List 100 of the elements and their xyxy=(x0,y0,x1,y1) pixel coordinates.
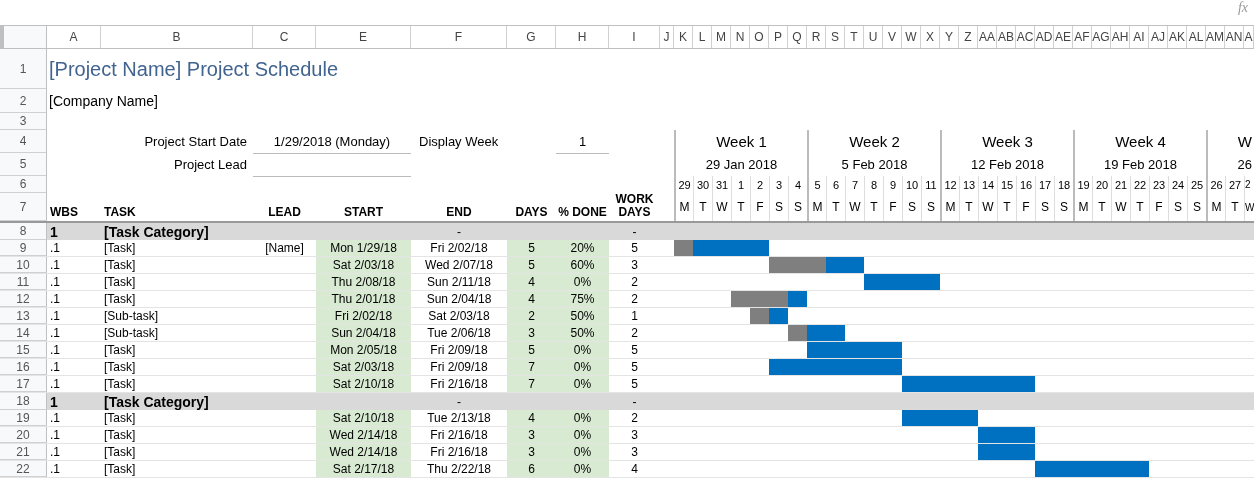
row-number[interactable]: 15 xyxy=(0,342,47,358)
row-number[interactable]: 4 xyxy=(0,130,47,153)
table-cell: Mon 2/05/18 xyxy=(316,342,411,358)
row-number[interactable]: 14 xyxy=(0,325,47,341)
column-header[interactable]: F xyxy=(411,26,507,48)
table-cell-text: Fri 2/16/18 xyxy=(429,427,489,443)
table-cell: 75% xyxy=(556,291,609,307)
table-cell: 5 xyxy=(507,342,556,358)
column-header[interactable]: C xyxy=(253,26,316,48)
column-header[interactable]: AD xyxy=(1035,26,1054,48)
table-cell-text: Fri 2/16/18 xyxy=(429,376,489,392)
column-header[interactable]: R xyxy=(807,26,826,48)
row-number[interactable]: 11 xyxy=(0,274,47,290)
column-header[interactable]: AL xyxy=(1187,26,1206,48)
table-cell-text: [Task] xyxy=(103,427,137,443)
day-number: 31 xyxy=(712,176,731,193)
column-header[interactable]: M xyxy=(712,26,731,48)
table-cell-text: 4 xyxy=(630,461,639,477)
row-number[interactable]: 6 xyxy=(0,176,47,193)
weekday-label: M xyxy=(1206,193,1225,221)
day-number: 26 xyxy=(1206,176,1225,193)
table-cell: 5 xyxy=(507,240,556,256)
table-cell: 50% xyxy=(556,308,609,324)
row-number[interactable]: 7 xyxy=(0,193,47,221)
table-cell-text: .1 xyxy=(49,359,61,375)
column-header[interactable]: N xyxy=(731,26,750,48)
table-cell-text: - xyxy=(456,393,462,410)
row-number[interactable]: 5 xyxy=(0,153,47,176)
field-label: Project Lead xyxy=(173,157,248,172)
day-number: 23 xyxy=(1149,176,1168,193)
weekday-label: S xyxy=(1187,193,1206,221)
column-header[interactable]: AE xyxy=(1054,26,1073,48)
row-number[interactable]: 19 xyxy=(0,410,47,426)
column-header[interactable]: Q xyxy=(788,26,807,48)
column-header[interactable]: E xyxy=(316,26,411,48)
row-number[interactable]: 9 xyxy=(0,240,47,256)
table-cell-text: - xyxy=(631,393,638,410)
week-label: Week 2 xyxy=(807,130,940,153)
table-cell-text: .1 xyxy=(49,461,61,477)
table-cell-text: 3 xyxy=(630,427,639,443)
row-number[interactable]: 20 xyxy=(0,427,47,443)
day-number: 4 xyxy=(788,176,807,193)
column-header[interactable]: AM xyxy=(1206,26,1225,48)
column-header[interactable]: A xyxy=(47,26,101,48)
column-header[interactable]: K xyxy=(674,26,693,48)
day-number: 24 xyxy=(1168,176,1187,193)
table-cell-text: [Sub-task] xyxy=(103,325,160,341)
column-header[interactable]: AA xyxy=(978,26,997,48)
row-number[interactable]: 16 xyxy=(0,359,47,375)
column-header[interactable]: Z xyxy=(959,26,978,48)
row-number[interactable]: 12 xyxy=(0,291,47,307)
row-number[interactable]: 3 xyxy=(0,113,47,130)
row-number[interactable]: 8 xyxy=(0,223,47,240)
column-header[interactable]: W xyxy=(902,26,921,48)
select-all-corner[interactable] xyxy=(0,26,47,48)
column-header[interactable]: AC xyxy=(1016,26,1035,48)
row-number[interactable]: 13 xyxy=(0,308,47,324)
table-cell-text: [Task] xyxy=(103,274,137,290)
table-cell: Sat 2/10/18 xyxy=(316,410,411,426)
column-header[interactable]: A xyxy=(1244,26,1254,48)
row-number[interactable]: 1 xyxy=(0,49,47,89)
column-header[interactable]: AI xyxy=(1130,26,1149,48)
column-header[interactable]: Y xyxy=(940,26,959,48)
column-header[interactable]: O xyxy=(750,26,769,48)
column-header[interactable]: X xyxy=(921,26,940,48)
column-header[interactable]: U xyxy=(864,26,883,48)
row-number[interactable]: 21 xyxy=(0,444,47,460)
column-header[interactable]: AF xyxy=(1073,26,1092,48)
column-header[interactable]: AN xyxy=(1225,26,1244,48)
table-cell-text: 5 xyxy=(630,359,639,375)
week-label: Week 1 xyxy=(674,130,807,153)
column-header[interactable]: L xyxy=(693,26,712,48)
column-header[interactable]: T xyxy=(845,26,864,48)
column-header[interactable]: J xyxy=(660,26,674,48)
day-number: 15 xyxy=(997,176,1016,193)
day-number: 11 xyxy=(921,176,940,193)
column-header[interactable]: AK xyxy=(1168,26,1187,48)
row-number[interactable]: 10 xyxy=(0,257,47,273)
table-cell-text: .1 xyxy=(49,410,61,426)
column-header[interactable]: H xyxy=(556,26,609,48)
column-header[interactable]: AH xyxy=(1111,26,1130,48)
start-date-field[interactable]: 1/29/2018 (Monday) xyxy=(253,130,411,154)
column-header[interactable]: AJ xyxy=(1149,26,1168,48)
column-header[interactable]: G xyxy=(507,26,556,48)
table-cell-text: 3 xyxy=(630,257,639,273)
column-header[interactable]: V xyxy=(883,26,902,48)
row-number[interactable]: 18 xyxy=(0,393,47,410)
column-header[interactable]: AG xyxy=(1092,26,1111,48)
row-number[interactable]: 2 xyxy=(0,89,47,113)
column-header[interactable]: AB xyxy=(997,26,1016,48)
column-header[interactable]: S xyxy=(826,26,845,48)
table-cell: 20% xyxy=(556,240,609,256)
column-header[interactable]: B xyxy=(101,26,253,48)
display-week-field[interactable]: 1 xyxy=(556,130,609,154)
row-number[interactable]: 22 xyxy=(0,461,47,477)
table-cell: 5 xyxy=(507,257,556,273)
column-header[interactable]: I xyxy=(609,26,660,48)
column-header[interactable]: P xyxy=(769,26,788,48)
row-number[interactable]: 17 xyxy=(0,376,47,392)
day-number: 18 xyxy=(1054,176,1073,193)
